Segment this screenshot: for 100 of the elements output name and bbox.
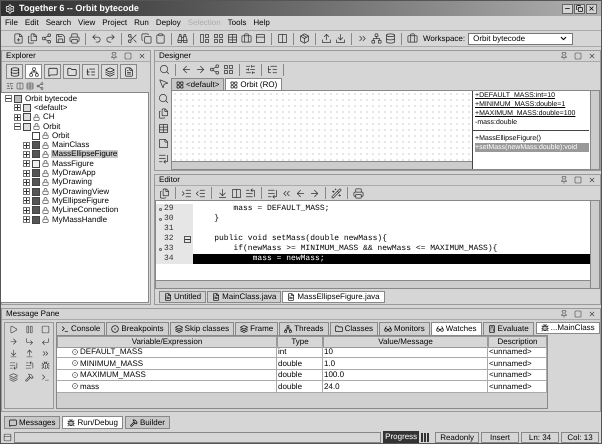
play-icon[interactable]	[8, 325, 18, 334]
undo-icon[interactable]	[91, 33, 102, 44]
debug-tab[interactable]: Monitors	[379, 322, 430, 335]
close-icon[interactable]	[588, 176, 596, 184]
pin-icon[interactable]	[560, 52, 568, 60]
list-icon[interactable]	[24, 361, 34, 370]
menu-item[interactable]: File	[5, 19, 18, 27]
stop-icon[interactable]	[40, 325, 50, 334]
horizontal-scrollbar[interactable]	[172, 161, 472, 169]
column-header[interactable]: Type	[277, 336, 323, 348]
scissors-icon[interactable]	[127, 33, 138, 44]
collapse-toggle[interactable]	[14, 123, 21, 130]
maximize-icon[interactable]	[574, 310, 582, 318]
step-icon[interactable]	[24, 337, 34, 346]
tree-item[interactable]: MyDrawingView	[51, 188, 110, 196]
files-icon[interactable]	[27, 33, 38, 44]
terminal-icon[interactable]	[40, 373, 50, 382]
package-icon[interactable]	[299, 33, 310, 44]
menu-item[interactable]: Tools	[228, 19, 246, 27]
binoculars-icon[interactable]	[177, 33, 188, 44]
step-icon[interactable]	[8, 349, 18, 358]
expand-toggle[interactable]	[23, 142, 30, 149]
vertical-scrollbar[interactable]	[590, 201, 599, 288]
files-icon[interactable]	[159, 188, 170, 198]
expand-toggle[interactable]	[23, 178, 30, 186]
printer-icon[interactable]	[353, 188, 364, 198]
columns-icon[interactable]	[16, 82, 24, 90]
debug-tab[interactable]: Classes	[330, 322, 378, 335]
menu-item[interactable]: Edit	[24, 19, 39, 27]
restore-button[interactable]	[574, 4, 585, 14]
run-icon[interactable]	[40, 349, 50, 358]
back-icon[interactable]	[181, 64, 192, 75]
workspace-dropdown[interactable]: Orbit bytecode	[468, 32, 574, 44]
download-icon[interactable]	[217, 188, 228, 198]
debug-tab[interactable]: Evaluate	[482, 322, 534, 335]
copy-icon[interactable]	[141, 33, 152, 44]
debug-tab[interactable]: Frame	[235, 322, 278, 335]
list-icon[interactable]	[267, 188, 278, 198]
forward-icon[interactable]	[357, 33, 368, 44]
menu-item[interactable]: Run	[134, 19, 149, 27]
expand-toggle[interactable]	[23, 170, 30, 177]
back-icon[interactable]	[295, 188, 306, 198]
close-icon[interactable]	[588, 52, 596, 60]
tree-item[interactable]: CH	[42, 113, 56, 122]
expand-toggle[interactable]	[23, 206, 30, 214]
database-tab[interactable]	[6, 64, 23, 79]
network-icon[interactable]	[371, 33, 382, 44]
pin-icon[interactable]	[560, 176, 568, 184]
menu-item[interactable]: Search	[46, 19, 72, 27]
debug-tab[interactable]: Threads	[279, 322, 329, 335]
tree-item[interactable]: MyLineConnection	[51, 206, 120, 214]
search-icon[interactable]	[159, 64, 170, 75]
briefcase-icon[interactable]	[241, 33, 252, 44]
forward-icon[interactable]	[309, 188, 320, 198]
minimize-button[interactable]	[562, 4, 573, 14]
expand-toggle[interactable]	[14, 114, 21, 121]
paste-icon[interactable]	[155, 33, 166, 44]
hierarchy-tab[interactable]	[25, 64, 42, 79]
table-icon[interactable]	[227, 33, 238, 44]
maximize-icon[interactable]	[574, 52, 582, 60]
nodes-icon[interactable]	[41, 33, 52, 44]
diagram-tab[interactable]: <default>	[171, 78, 224, 90]
bottom-tab[interactable]: Messages	[4, 416, 60, 429]
file-tab[interactable]: Untitled	[159, 290, 206, 302]
diagram-tab[interactable]: Orbit (RO)	[225, 78, 282, 90]
table-icon[interactable]	[158, 123, 168, 134]
pause-icon[interactable]	[24, 325, 34, 334]
bottom-tab[interactable]: Builder	[124, 416, 170, 429]
file-tab[interactable]: MainClass.java	[207, 290, 282, 302]
tree-item[interactable]: MyMassHandle	[51, 216, 108, 224]
sliders-icon[interactable]	[6, 82, 14, 90]
printer-icon[interactable]	[69, 33, 80, 44]
comment-tab[interactable]	[44, 64, 61, 79]
tree-item[interactable]: MyEllipseFigure	[51, 196, 110, 205]
sliders-icon[interactable]	[245, 64, 256, 75]
step-icon[interactable]	[24, 349, 34, 358]
expand-toggle[interactable]	[14, 104, 21, 112]
grid-icon[interactable]	[213, 33, 224, 44]
fold-toggle[interactable]	[184, 236, 191, 242]
upload-icon[interactable]	[321, 33, 332, 44]
table-icon[interactable]	[26, 82, 34, 90]
menu-item[interactable]: Project	[102, 19, 128, 27]
tree-item[interactable]: MyDrawing	[51, 178, 94, 186]
bottom-tab[interactable]: Run/Debug	[62, 416, 123, 429]
maximize-icon[interactable]	[574, 176, 582, 184]
redo-icon[interactable]	[105, 33, 116, 44]
panel-icon[interactable]	[255, 33, 266, 44]
list-icon[interactable]	[267, 64, 278, 75]
collapse-toggle[interactable]	[5, 95, 12, 102]
pointer-icon[interactable]	[158, 78, 168, 89]
debug-tab[interactable]: Watches	[430, 322, 482, 335]
close-icon[interactable]	[138, 52, 146, 60]
indent-icon[interactable]	[181, 188, 192, 198]
tree-item[interactable]: <default>	[33, 104, 68, 112]
layout-icon[interactable]	[199, 33, 210, 44]
database-icon[interactable]	[385, 33, 396, 44]
expand-toggle[interactable]	[23, 160, 30, 168]
nodes-icon[interactable]	[209, 64, 220, 75]
new-file-icon[interactable]	[13, 33, 24, 44]
pin-icon[interactable]	[110, 52, 118, 60]
